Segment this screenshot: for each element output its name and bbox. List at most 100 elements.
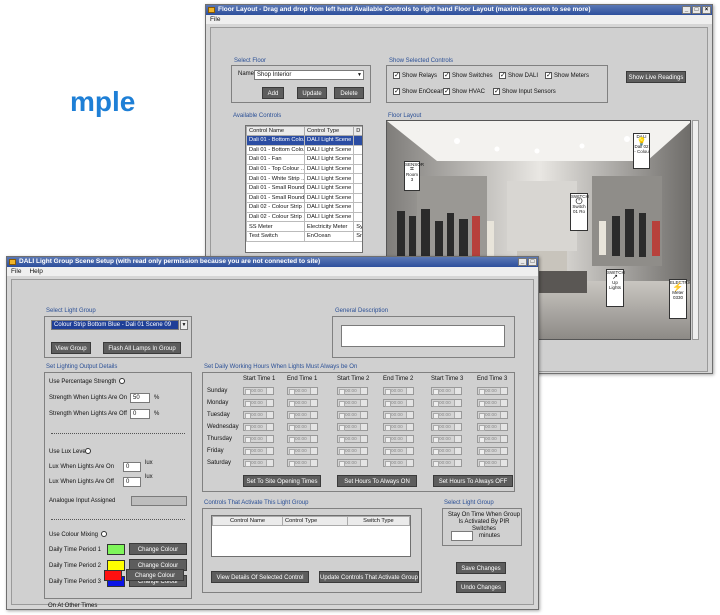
time-input[interactable]: 00:00 (243, 411, 274, 419)
menu-file[interactable]: File (11, 267, 21, 276)
time-input[interactable]: 00:00 (431, 399, 462, 407)
analogue-input-field[interactable] (131, 496, 187, 506)
minimize-icon[interactable]: _ (518, 258, 527, 266)
time-input[interactable]: 00:00 (383, 459, 414, 467)
set-hours-always-off-button[interactable]: Set Hours To Always OFF (433, 475, 513, 487)
table-row[interactable]: Dali 01 - White Strip ... DALI Light Scen… (246, 173, 362, 184)
col-switch-type[interactable]: Switch Type (346, 516, 410, 526)
time-input[interactable]: 00:00 (287, 459, 318, 467)
table-row[interactable]: Dali 01 - Bottom Colo... DALI Light Scene (246, 144, 362, 156)
strength-on-input[interactable]: 50 (130, 393, 150, 403)
time-input[interactable]: 00:00 (383, 411, 414, 419)
col-d[interactable]: D (353, 126, 362, 136)
set-site-opening-times-button[interactable]: Set To Site Opening Times (243, 475, 321, 487)
time-input[interactable]: 00:00 (287, 387, 318, 395)
time-input[interactable]: 00:00 (243, 459, 274, 467)
col-control-type[interactable]: Control Type (303, 126, 355, 136)
stay-on-minutes-input[interactable] (451, 531, 473, 541)
table-row[interactable]: Dali 02 - Colour Strip ... DALI Light Sce… (246, 211, 362, 223)
dali-window-titlebar[interactable]: DALI Light Group Scene Setup (with read … (7, 257, 538, 267)
flash-all-lamps-button[interactable]: Flash All Lamps In Group (103, 342, 181, 354)
light-group-select[interactable]: Colour Strip Bottom Blue - Dali 01 Scene… (51, 320, 179, 330)
menu-help[interactable]: Help (29, 267, 42, 276)
update-floor-button[interactable]: Update (297, 87, 327, 99)
update-controls-button[interactable]: Update Controls That Activate Group (319, 571, 419, 583)
time-input[interactable]: 00:00 (337, 399, 368, 407)
use-percentage-radio[interactable] (119, 378, 125, 384)
show-relays-checkbox[interactable]: Show Relays (393, 71, 437, 79)
time-input[interactable]: 00:00 (287, 411, 318, 419)
time-input[interactable]: 00:00 (383, 387, 414, 395)
show-hvac-checkbox[interactable]: Show HVAC (443, 87, 485, 95)
show-meters-checkbox[interactable]: Show Meters (545, 71, 589, 79)
table-row[interactable]: Dali 01 - Top Colour ... DALI Light Scene (246, 163, 362, 175)
time-input[interactable]: 00:00 (477, 435, 508, 443)
time-input[interactable]: 00:00 (431, 411, 462, 419)
maximize-icon[interactable]: □ (692, 6, 701, 14)
time-input[interactable]: 00:00 (477, 387, 508, 395)
floor-layout-scrollbar[interactable] (692, 120, 699, 340)
table-row[interactable]: Test Switch EnOcean Sr (246, 230, 362, 242)
view-group-button[interactable]: View Group (51, 342, 91, 354)
col-control-name[interactable]: Control Name (246, 126, 305, 136)
time-input[interactable]: 00:00 (431, 447, 462, 455)
time-input[interactable]: 00:00 (477, 411, 508, 419)
floor-name-select[interactable]: Shop Interior ▼ (254, 70, 364, 80)
controls-activate-table[interactable]: Control Name Control Type Switch Type (211, 515, 411, 557)
show-input-sensors-checkbox[interactable]: Show Input Sensors (493, 87, 556, 95)
time-input[interactable]: 00:00 (287, 399, 318, 407)
chevron-down-icon[interactable]: ▼ (180, 320, 188, 330)
show-switches-checkbox[interactable]: Show Switches (443, 71, 493, 79)
time-input[interactable]: 00:00 (477, 423, 508, 431)
minimize-icon[interactable]: _ (682, 6, 691, 14)
table-row[interactable]: Dali 01 - Small Round... DALI Light Scene (246, 192, 362, 204)
time-input[interactable]: 00:00 (337, 459, 368, 467)
time-input[interactable]: 00:00 (243, 399, 274, 407)
view-selected-control-button[interactable]: View Details Of Selected Control (211, 571, 309, 583)
change-colour-button[interactable]: Change Colour (129, 543, 187, 555)
close-icon[interactable]: × (702, 6, 711, 14)
show-live-readings-button[interactable]: Show Live Readings (626, 71, 686, 83)
floor-device-switch[interactable]: SWITCH ⏻ Switch 01 Ro (570, 193, 589, 231)
time-input[interactable]: 00:00 (243, 447, 274, 455)
table-row[interactable]: SS Meter Electricity Meter Sy (246, 221, 362, 232)
menu-file[interactable]: File (210, 15, 220, 24)
time-input[interactable]: 00:00 (287, 447, 318, 455)
time-input[interactable]: 00:00 (383, 423, 414, 431)
change-colour-button[interactable]: Change Colour (126, 569, 184, 581)
col-control-type[interactable]: Control Type (282, 516, 348, 526)
delete-floor-button[interactable]: Delete (334, 87, 364, 99)
table-row[interactable]: Dali 01 - Fan DALI Light Scene (246, 154, 362, 165)
table-row[interactable]: Dali 01 - Bottom Colo... DALI Light Scene (246, 135, 362, 146)
general-description-input[interactable] (341, 325, 505, 347)
time-input[interactable]: 00:00 (431, 435, 462, 443)
time-input[interactable]: 00:00 (431, 459, 462, 467)
time-input[interactable]: 00:00 (243, 387, 274, 395)
floor-device-dali[interactable]: DALI 💡 Dali 02 - Colou (633, 133, 650, 169)
time-input[interactable]: 00:00 (477, 447, 508, 455)
time-input[interactable]: 00:00 (337, 387, 368, 395)
time-input[interactable]: 00:00 (287, 435, 318, 443)
time-input[interactable]: 00:00 (337, 447, 368, 455)
time-input[interactable]: 00:00 (287, 423, 318, 431)
table-row[interactable]: Dali 01 - Small Round... DALI Light Scene (246, 182, 362, 194)
time-input[interactable]: 00:00 (431, 387, 462, 395)
set-hours-always-on-button[interactable]: Set Hours To Always ON (337, 475, 417, 487)
undo-changes-button[interactable]: Undo Changes (456, 581, 506, 593)
time-input[interactable]: 00:00 (243, 435, 274, 443)
time-input[interactable]: 00:00 (477, 459, 508, 467)
floor-device-sensor[interactable]: SENSOR ⌗ Room 3 (404, 161, 424, 191)
time-input[interactable]: 00:00 (383, 435, 414, 443)
floor-device-switch-up-lights[interactable]: SWITCH ↗ Up Lights (606, 269, 625, 307)
time-input[interactable]: 00:00 (337, 411, 368, 419)
strength-off-input[interactable]: 0 (130, 409, 150, 419)
time-input[interactable]: 00:00 (477, 399, 508, 407)
use-colour-radio[interactable] (101, 531, 107, 537)
time-input[interactable]: 00:00 (337, 435, 368, 443)
time-input[interactable]: 00:00 (337, 423, 368, 431)
save-changes-button[interactable]: Save Changes (456, 562, 506, 574)
available-controls-table[interactable]: Control Name Control Type D Dali 01 - Bo… (245, 125, 363, 253)
maximize-icon[interactable]: □ (528, 258, 537, 266)
lux-off-input[interactable]: 0 (123, 477, 141, 487)
time-input[interactable]: 00:00 (431, 423, 462, 431)
